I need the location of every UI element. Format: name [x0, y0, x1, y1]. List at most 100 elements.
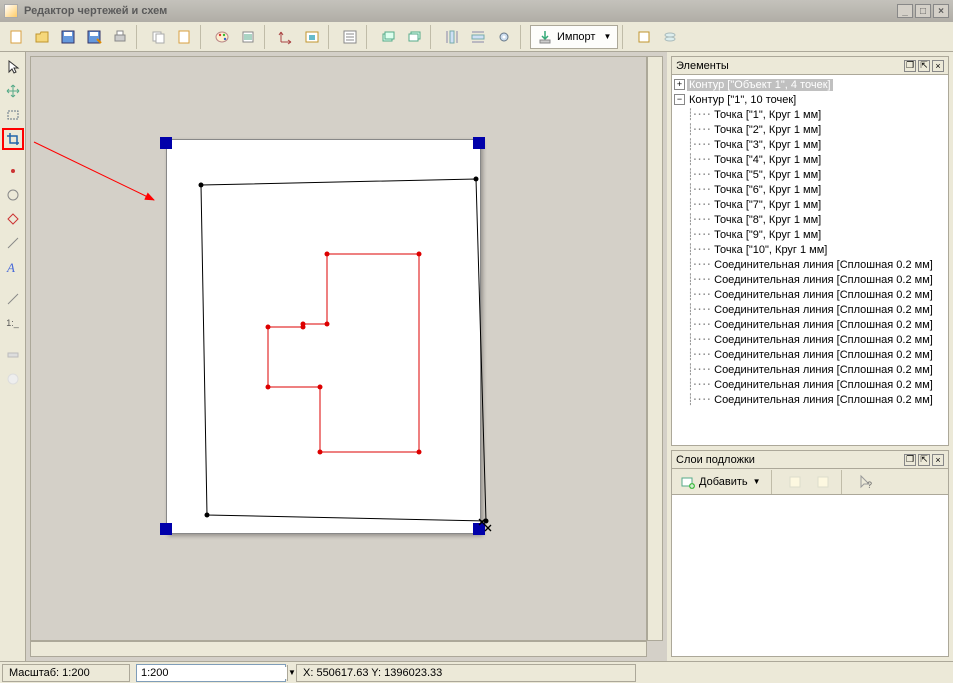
layer-help-icon: ? — [857, 474, 873, 490]
palette-button[interactable] — [210, 25, 234, 49]
dimm-tool[interactable] — [2, 344, 24, 366]
tree-item-line[interactable]: ┊····Соединительная линия [Сплошная 0.2 … — [674, 287, 946, 302]
layer-action2[interactable] — [811, 470, 835, 494]
dimm-icon — [5, 347, 21, 363]
tree-item-line[interactable]: ┊····Соединительная линия [Сплошная 0.2 … — [674, 257, 946, 272]
vertical-scrollbar[interactable] — [647, 56, 663, 641]
chevron-down-icon[interactable]: ▼ — [287, 665, 296, 681]
import-label: Импорт — [557, 31, 595, 43]
collapse-icon[interactable]: − — [674, 94, 685, 105]
panel-close-button[interactable]: × — [932, 60, 944, 72]
open-button[interactable] — [30, 25, 54, 49]
save-as-button[interactable] — [82, 25, 106, 49]
scale-label: Масштаб: 1:200 — [2, 664, 130, 682]
add-layer-label: Добавить — [699, 476, 748, 488]
scale-combo[interactable]: ▼ — [136, 664, 286, 682]
svg-text:A: A — [6, 260, 15, 275]
layers-body[interactable] — [672, 495, 948, 656]
measure-tool[interactable] — [2, 288, 24, 310]
line-icon — [5, 235, 21, 251]
tree-item-point[interactable]: ┊····Точка ["1", Круг 1 мм] — [674, 107, 946, 122]
save-button[interactable] — [56, 25, 80, 49]
layers-panel-title: Слои подложки — [676, 454, 902, 466]
circle-tool[interactable] — [2, 184, 24, 206]
polygon-tool[interactable] — [2, 208, 24, 230]
tree-item-line[interactable]: ┊····Соединительная линия [Сплошная 0.2 … — [674, 317, 946, 332]
text-tool[interactable]: A — [2, 256, 24, 278]
tree-item-point[interactable]: ┊····Точка ["5", Круг 1 мм] — [674, 167, 946, 182]
annotation-arrow — [26, 52, 226, 232]
layer-up-button[interactable] — [376, 25, 400, 49]
grid-icon — [304, 29, 320, 45]
import-button[interactable]: Импорт ▼ — [530, 25, 618, 49]
tree-item-point[interactable]: ┊····Точка ["9", Круг 1 мм] — [674, 227, 946, 242]
tree-item-point[interactable]: ┊····Точка ["4", Круг 1 мм] — [674, 152, 946, 167]
paste-icon — [176, 29, 192, 45]
tree-item-point[interactable]: ┊····Точка ["10", Круг 1 мм] — [674, 242, 946, 257]
pointer-tool[interactable] — [2, 56, 24, 78]
move-icon — [5, 83, 21, 99]
tree-item-line[interactable]: ┊····Соединительная линия [Сплошная 0.2 … — [674, 272, 946, 287]
panel-close-button[interactable]: × — [932, 454, 944, 466]
tree-item-contour2[interactable]: − Контур ["1", 10 точек] — [674, 92, 946, 107]
tree-item-line[interactable]: ┊····Соединительная линия [Сплошная 0.2 … — [674, 377, 946, 392]
svg-text:?: ? — [867, 480, 872, 490]
layer-action1[interactable] — [783, 470, 807, 494]
panel-restore-button[interactable]: ❐ — [904, 60, 916, 72]
tree-item-point[interactable]: ┊····Точка ["6", Круг 1 мм] — [674, 182, 946, 197]
export2-button[interactable] — [658, 25, 682, 49]
expand-icon[interactable]: + — [674, 79, 685, 90]
tree-item-line[interactable]: ┊····Соединительная линия [Сплошная 0.2 … — [674, 392, 946, 407]
props-button[interactable] — [338, 25, 362, 49]
open-icon — [34, 29, 50, 45]
copy-button[interactable] — [146, 25, 170, 49]
add-layer-button[interactable]: Добавить ▼ — [676, 472, 765, 492]
tree-item-contour1[interactable]: + Контур ["Объект 1", 4 точек] — [674, 77, 946, 92]
tree-item-line[interactable]: ┊····Соединительная линия [Сплошная 0.2 … — [674, 332, 946, 347]
align-center-button[interactable] — [466, 25, 490, 49]
panel-restore-button[interactable]: ❐ — [904, 454, 916, 466]
export-button[interactable] — [632, 25, 656, 49]
line-tool[interactable] — [2, 232, 24, 254]
new-icon — [8, 29, 24, 45]
align-left-button[interactable] — [440, 25, 464, 49]
move-tool[interactable] — [2, 80, 24, 102]
layers-panel-header: Слои подложки ❐ ⇱ × — [672, 451, 948, 469]
measure-icon — [5, 291, 21, 307]
tree-item-line[interactable]: ┊····Соединительная линия [Сплошная 0.2 … — [674, 347, 946, 362]
style-button[interactable] — [236, 25, 260, 49]
point-tool[interactable] — [2, 160, 24, 182]
new-button[interactable] — [4, 25, 28, 49]
export2-icon — [662, 29, 678, 45]
layer-down-button[interactable] — [402, 25, 426, 49]
app-icon — [4, 4, 18, 18]
print-button[interactable] — [108, 25, 132, 49]
titlebar: Редактор чертежей и схем _ □ × — [0, 0, 953, 22]
minimize-button[interactable]: _ — [897, 4, 913, 18]
elements-tree[interactable]: + Контур ["Объект 1", 4 точек] − Контур … — [672, 75, 948, 445]
horizontal-scrollbar[interactable] — [30, 641, 647, 657]
grid-button[interactable] — [300, 25, 324, 49]
layer-help[interactable]: ? — [853, 470, 877, 494]
panel-pin-button[interactable]: ⇱ — [918, 60, 930, 72]
circle-icon — [5, 187, 21, 203]
rect-tool[interactable] — [2, 104, 24, 126]
panel-pin-button[interactable]: ⇱ — [918, 454, 930, 466]
tree-item-line[interactable]: ┊····Соединительная линия [Сплошная 0.2 … — [674, 362, 946, 377]
maximize-button[interactable]: □ — [915, 4, 931, 18]
tree-item-point[interactable]: ┊····Точка ["3", Круг 1 мм] — [674, 137, 946, 152]
tree-item-point[interactable]: ┊····Точка ["8", Круг 1 мм] — [674, 212, 946, 227]
polygon-icon — [5, 211, 21, 227]
point-icon — [5, 163, 21, 179]
close-button[interactable]: × — [933, 4, 949, 18]
tree-item-line[interactable]: ┊····Соединительная линия [Сплошная 0.2 … — [674, 302, 946, 317]
gear-button[interactable] — [492, 25, 516, 49]
axes-button[interactable] — [274, 25, 298, 49]
paste-button[interactable] — [172, 25, 196, 49]
scale-input[interactable] — [137, 667, 287, 679]
scale-label-tool[interactable]: 1:_ — [2, 312, 24, 334]
tree-item-point[interactable]: ┊····Точка ["2", Круг 1 мм] — [674, 122, 946, 137]
crop-tool[interactable] — [2, 128, 24, 150]
chevron-down-icon: ▼ — [753, 477, 761, 486]
tree-item-point[interactable]: ┊····Точка ["7", Круг 1 мм] — [674, 197, 946, 212]
